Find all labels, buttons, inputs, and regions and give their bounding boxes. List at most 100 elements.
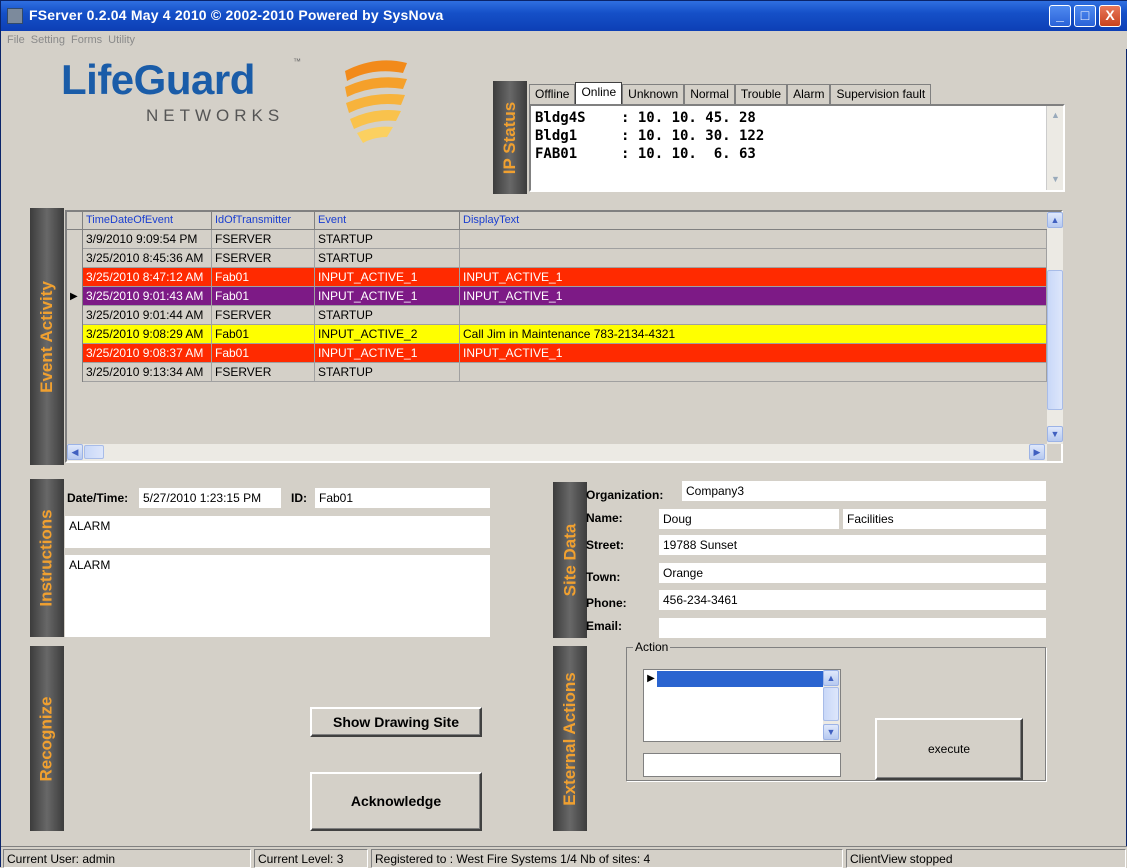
organization-label: Organization: [586, 488, 664, 502]
recognize-label: Recognize [30, 646, 64, 831]
scroll-thumb[interactable] [823, 687, 839, 721]
show-drawing-site-button[interactable]: Show Drawing Site [310, 707, 482, 737]
row-selector[interactable] [67, 249, 83, 268]
tab-trouble[interactable]: Trouble [734, 84, 788, 104]
status-client-view: ClientView stopped [846, 849, 1126, 868]
row-selector[interactable] [67, 325, 83, 344]
execute-button[interactable]: execute [875, 718, 1023, 780]
street-field[interactable]: 19788 Sunset [659, 535, 1046, 555]
column-header-time[interactable]: TimeDateOfEvent [83, 212, 212, 230]
tab-online[interactable]: Online [575, 82, 623, 104]
grid-horizontal-scrollbar[interactable]: ◀ ▶ [67, 444, 1047, 461]
grid-vertical-scrollbar[interactable]: ▲ ▼ [1047, 212, 1063, 444]
scroll-down-icon[interactable]: ▼ [823, 724, 839, 740]
maximize-button[interactable]: □ [1074, 5, 1096, 27]
column-header-event[interactable]: Event [315, 212, 460, 230]
menu-setting[interactable]: Setting [31, 31, 65, 49]
status-registration: Registered to : West Fire Systems 1/4 Nb… [371, 849, 843, 868]
scroll-down-icon[interactable]: ▼ [1047, 426, 1063, 442]
event-row[interactable]: 3/25/2010 9:13:34 AM FSERVER STARTUP [67, 363, 1047, 382]
current-row-icon[interactable]: ▶ [67, 287, 83, 306]
event-cell-time: 3/25/2010 9:08:37 AM [83, 344, 212, 363]
menu-utility[interactable]: Utility [108, 31, 135, 49]
acknowledge-button[interactable]: Acknowledge [310, 772, 482, 831]
scroll-right-icon[interactable]: ▶ [1029, 444, 1045, 460]
row-indicator-icon: ▶ [645, 671, 657, 687]
action-list-scrollbar[interactable]: ▲ ▼ [823, 670, 840, 741]
event-cell-event: STARTUP [315, 306, 460, 325]
event-row[interactable]: 3/25/2010 8:47:12 AM Fab01 INPUT_ACTIVE_1 I… [67, 268, 1047, 287]
scroll-thumb[interactable] [84, 445, 104, 459]
event-cell-id: FSERVER [212, 363, 315, 382]
scroll-thumb[interactable] [1047, 270, 1063, 410]
event-cell-id: FSERVER [212, 306, 315, 325]
event-cell-event: STARTUP [315, 230, 460, 249]
tab-normal[interactable]: Normal [684, 84, 735, 104]
status-bar: Current User: admin Current Level: 3 Reg… [1, 846, 1127, 868]
phone-field[interactable]: 456-234-3461 [659, 590, 1046, 610]
street-label: Street: [586, 538, 625, 552]
event-row[interactable]: 3/25/2010 9:08:37 AM Fab01 INPUT_ACTIVE_1 I… [67, 344, 1047, 363]
minimize-button[interactable]: _ [1049, 5, 1071, 27]
scroll-up-icon[interactable]: ▲ [823, 670, 839, 686]
instruction-line-2[interactable]: ALARM [65, 555, 490, 637]
title-bar[interactable]: FServer 0.2.04 May 4 2010 © 2002-2010 Po… [1, 1, 1127, 31]
row-selector[interactable] [67, 344, 83, 363]
row-selector[interactable] [67, 230, 83, 249]
tab-unknown[interactable]: Unknown [622, 84, 685, 104]
event-row[interactable]: 3/9/2010 9:09:54 PM FSERVER STARTUP [67, 230, 1047, 249]
column-header-transmitter[interactable]: IdOfTransmitter [212, 212, 315, 230]
event-cell-text [460, 249, 1047, 268]
menu-forms[interactable]: Forms [71, 31, 102, 49]
menu-file[interactable]: File [7, 31, 25, 49]
event-cell-time: 3/9/2010 9:09:54 PM [83, 230, 212, 249]
event-cell-event: STARTUP [315, 249, 460, 268]
event-row[interactable]: 3/25/2010 8:45:36 AM FSERVER STARTUP [67, 249, 1047, 268]
town-label: Town: [586, 570, 621, 584]
event-activity-grid[interactable]: TimeDateOfEvent IdOfTransmitter Event Di… [65, 210, 1063, 463]
scroll-down-icon[interactable]: ▼ [1048, 172, 1063, 187]
action-list-selected-row[interactable]: ▶ [645, 671, 823, 687]
tab-supervision-fault[interactable]: Supervision fault [830, 84, 932, 104]
id-field[interactable]: Fab01 [315, 488, 490, 508]
town-field[interactable]: Orange [659, 563, 1046, 583]
scroll-up-icon[interactable]: ▲ [1047, 212, 1063, 228]
event-cell-time: 3/25/2010 9:01:43 AM [83, 287, 212, 306]
event-cell-time: 3/25/2010 9:13:34 AM [83, 363, 212, 382]
event-cell-text: INPUT_ACTIVE_1 [460, 268, 1047, 287]
status-current-user: Current User: admin [3, 849, 251, 868]
row-selector[interactable] [67, 306, 83, 325]
close-button[interactable]: X [1099, 5, 1121, 27]
row-selector[interactable] [67, 268, 83, 287]
column-header-display-text[interactable]: DisplayText [460, 212, 1047, 230]
name-field[interactable]: Doug [659, 509, 839, 529]
tab-alarm[interactable]: Alarm [787, 84, 831, 104]
event-cell-id: Fab01 [212, 344, 315, 363]
ip-status-tabs: Offline Online Unknown Normal Trouble Al… [529, 82, 932, 104]
event-cell-text [460, 230, 1047, 249]
event-row[interactable]: ▶ 3/25/2010 9:01:43 AM Fab01 INPUT_ACTIVE_1… [67, 287, 1047, 306]
event-row[interactable]: 3/25/2010 9:01:44 AM FSERVER STARTUP [67, 306, 1047, 325]
datetime-field[interactable]: 5/27/2010 1:23:15 PM [139, 488, 281, 508]
scroll-left-icon[interactable]: ◀ [67, 444, 83, 460]
row-selector[interactable] [67, 363, 83, 382]
tab-offline[interactable]: Offline [529, 84, 576, 104]
event-row[interactable]: 3/25/2010 9:08:29 AM Fab01 INPUT_ACTIVE_2 C… [67, 325, 1047, 344]
instruction-line-1[interactable]: ALARM [65, 516, 490, 548]
action-group-label: Action [633, 640, 671, 654]
action-command-field[interactable] [643, 753, 841, 777]
event-cell-text [460, 306, 1047, 325]
event-activity-label: Event Activity [30, 208, 64, 465]
row-selector-header [67, 212, 83, 230]
department-field[interactable]: Facilities [843, 509, 1046, 529]
action-list[interactable]: ▶ ▲ ▼ [643, 669, 841, 742]
email-field[interactable] [659, 618, 1046, 638]
site-data-label: Site Data [553, 482, 587, 638]
status-current-level: Current Level: 3 [254, 849, 368, 868]
event-cell-text: INPUT_ACTIVE_1 [460, 287, 1047, 306]
application-window: FServer 0.2.04 May 4 2010 © 2002-2010 Po… [0, 0, 1127, 868]
organization-field[interactable]: Company3 [682, 481, 1046, 501]
ip-list-scrollbar[interactable]: ▲ ▼ [1046, 106, 1063, 190]
scroll-up-icon[interactable]: ▲ [1048, 108, 1063, 123]
ip-status-list[interactable]: Bldg4S: 10. 10. 45. 28 Bldg1: 10. 10. 30… [529, 104, 1065, 192]
